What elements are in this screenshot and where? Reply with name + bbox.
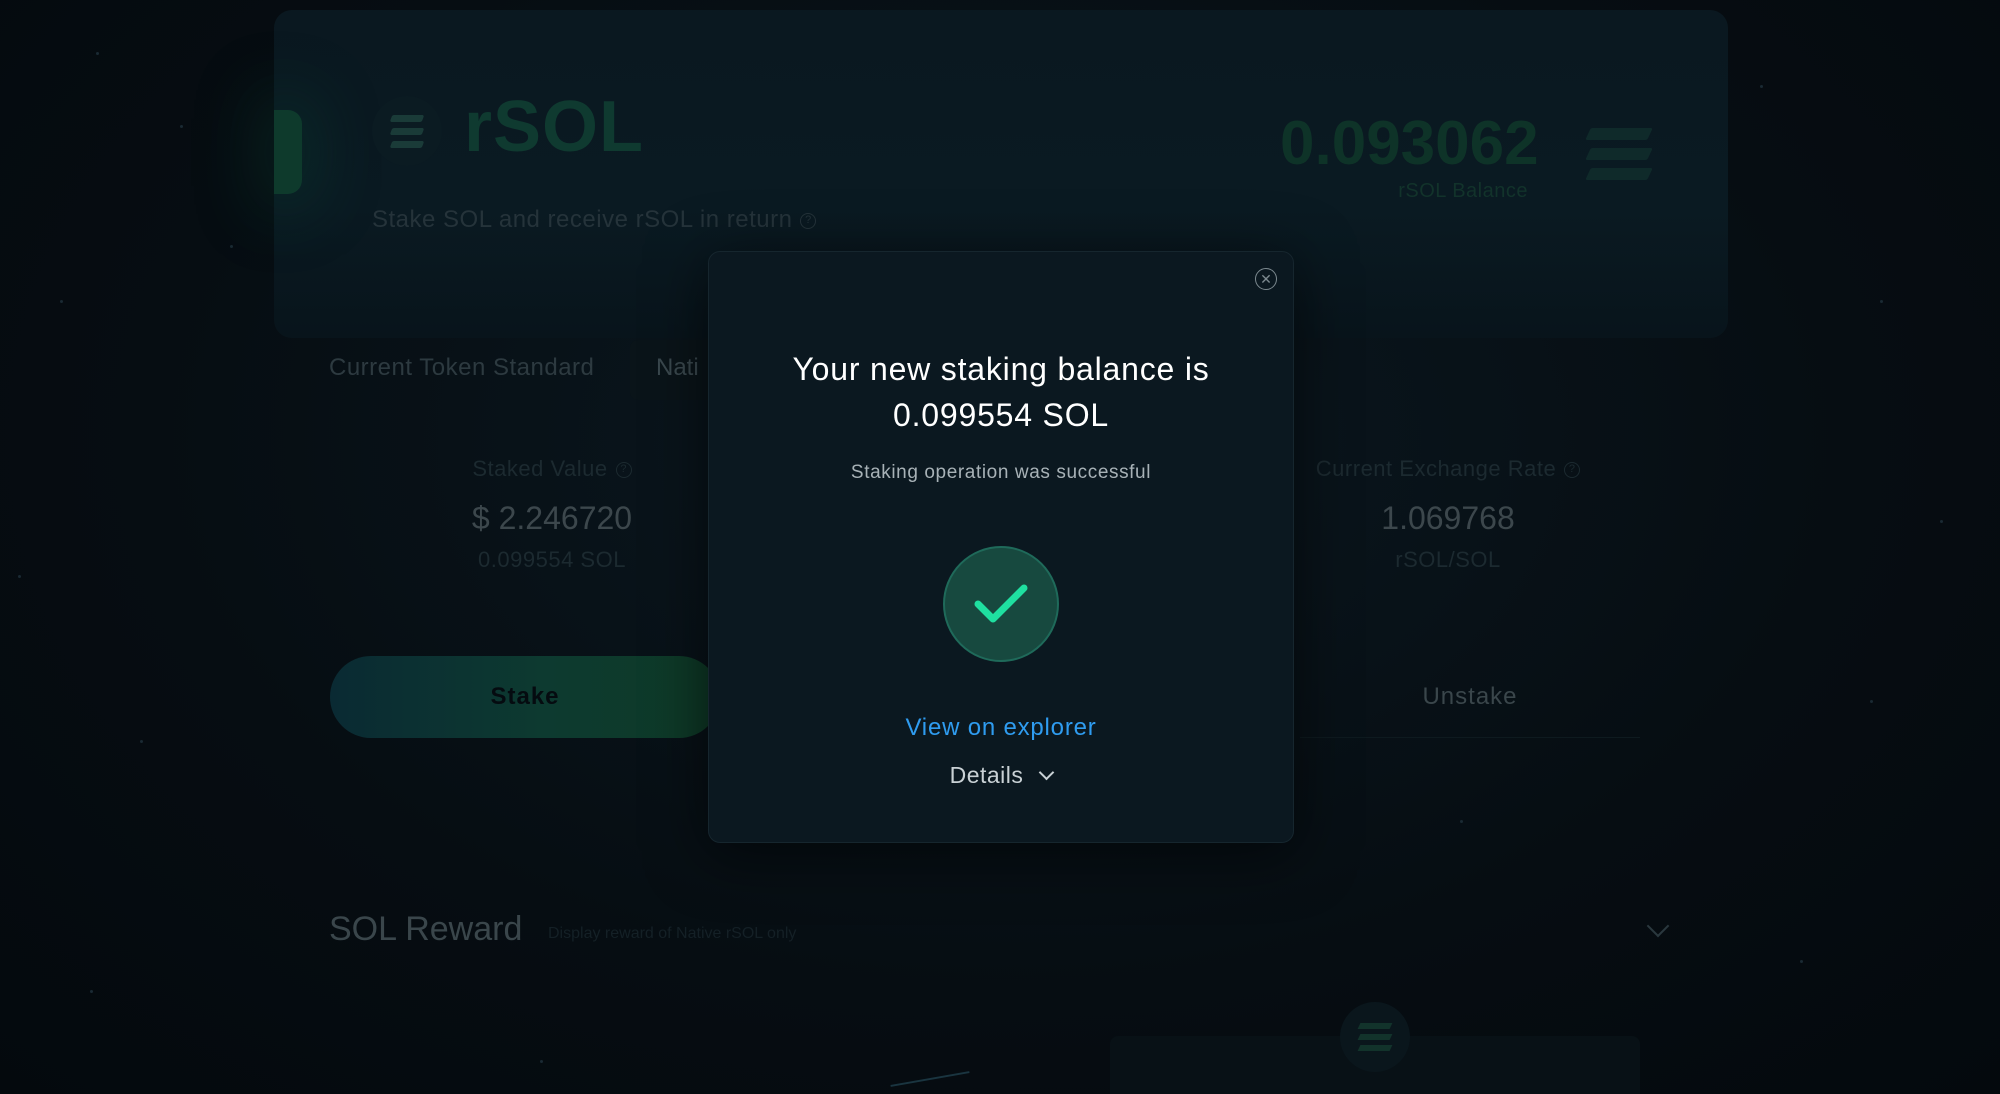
help-icon[interactable]: ? (800, 212, 817, 229)
hero-subtitle: Stake SOL and receive rSOL in return? (372, 206, 817, 234)
modal-title: Your new staking balance is 0.099554 SOL (709, 346, 1293, 438)
checkmark-icon (974, 584, 1028, 623)
details-label: Details (949, 762, 1024, 788)
reward-title: SOL Reward (329, 910, 523, 948)
help-icon[interactable]: ? (615, 462, 632, 479)
staked-value-amount: $ 2.246720 (471, 500, 633, 536)
rsol-balance-label: rSOL Balance (1398, 180, 1528, 202)
staked-value-stat: Staked Value? $ 2.246720 0.099554 SOL (420, 456, 684, 573)
exchange-rate-unit: rSOL/SOL (1395, 547, 1501, 572)
exchange-rate-stat: Current Exchange Rate? 1.069768 rSOL/SOL (1290, 456, 1606, 573)
page: rSOL Stake SOL and receive rSOL in retur… (0, 0, 2000, 1094)
token-standard-label: Current Token Standard (329, 354, 595, 381)
unstake-button[interactable]: Unstake (1300, 656, 1640, 738)
success-modal: ✕ Your new staking balance is 0.099554 S… (708, 251, 1294, 843)
help-icon[interactable]: ? (1564, 462, 1581, 479)
modal-subtitle: Staking operation was successful (850, 462, 1152, 483)
rsol-logo-icon (372, 96, 442, 166)
token-name: rSOL (464, 87, 645, 167)
hero-accent (274, 110, 302, 194)
solana-logo-icon (1340, 1002, 1410, 1072)
hero-subtitle-text: Stake SOL and receive rSOL in return (372, 206, 793, 233)
modal-title-line1: Your new staking balance is (792, 351, 1210, 387)
success-check-icon (943, 546, 1059, 662)
modal-title-line2: 0.099554 SOL (893, 397, 1109, 433)
view-on-explorer-link[interactable]: View on explorer (709, 714, 1293, 742)
solana-logo-icon (1585, 128, 1653, 180)
rsol-balance-value: 0.093062 (1280, 109, 1539, 178)
chevron-down-icon[interactable] (1646, 914, 1670, 938)
staked-value-label: Staked Value? (420, 456, 684, 482)
reward-chart-line (890, 1071, 970, 1087)
chevron-down-icon (1039, 764, 1055, 781)
exchange-rate-label: Current Exchange Rate? (1290, 456, 1606, 482)
stake-button[interactable]: Stake (330, 656, 720, 738)
close-icon[interactable]: ✕ (1255, 268, 1277, 290)
details-toggle[interactable]: Details (709, 762, 1293, 789)
reward-note: Display reward of Native rSOL only (548, 925, 797, 942)
staked-value-sol: 0.099554 SOL (478, 547, 626, 572)
exchange-rate-value: 1.069768 (1381, 500, 1515, 536)
